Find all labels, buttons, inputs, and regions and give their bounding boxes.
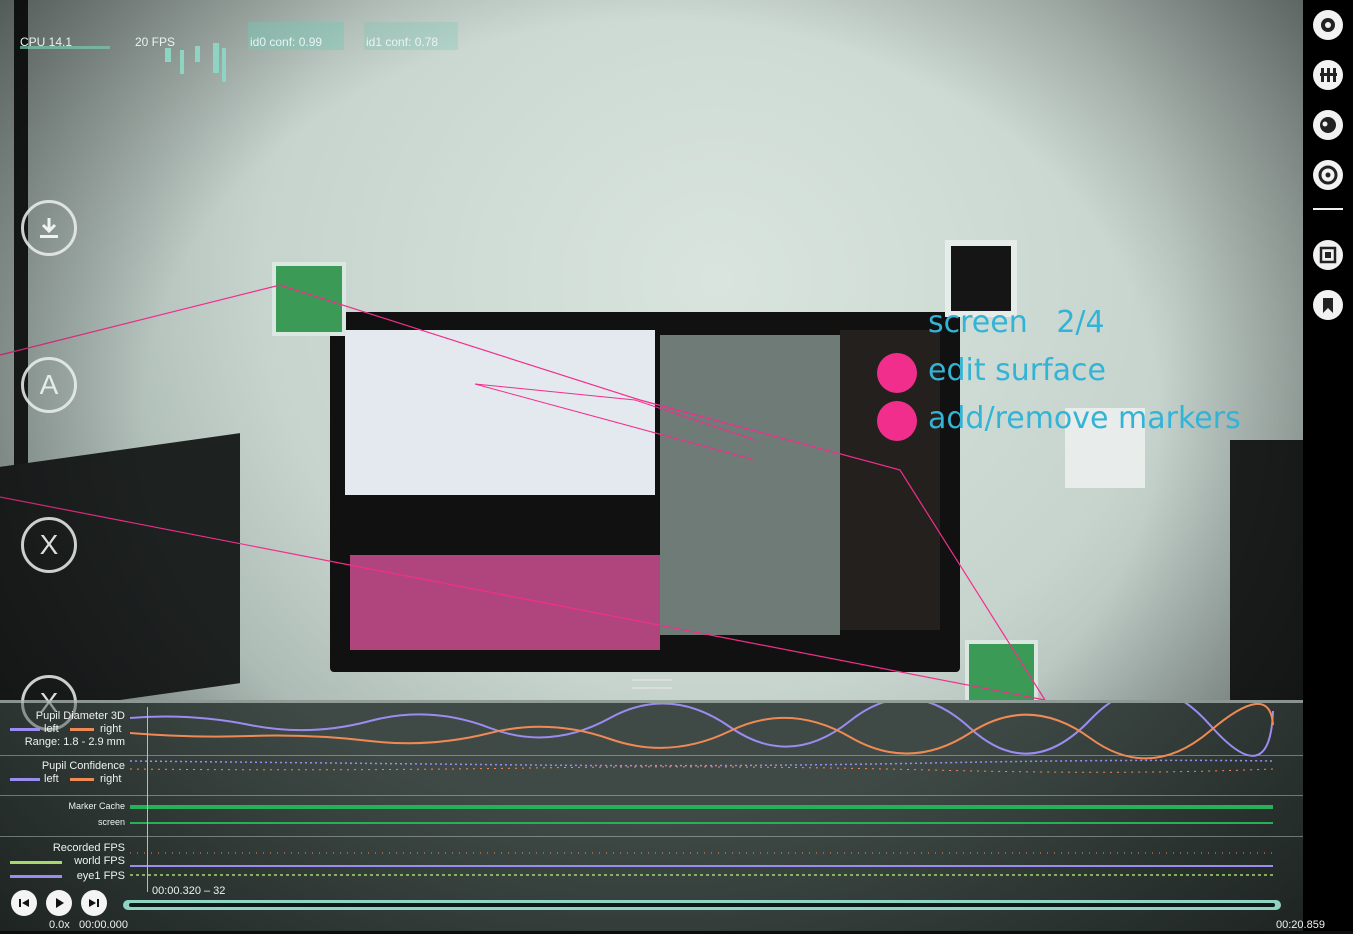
world-fps-label: world FPS [74,855,125,867]
annotation-x-button[interactable]: X [21,517,77,573]
plugin-manager-button[interactable] [1313,60,1343,90]
settings-button[interactable] [1313,10,1343,40]
play-icon [56,898,64,908]
surface-icon [1319,246,1337,264]
edit-surface-toggle[interactable] [877,353,917,393]
add-remove-markers-label[interactable]: add/remove markers [928,401,1241,436]
legend-left-label-2: left [44,773,59,785]
end-time: 00:20.859 [1276,919,1325,931]
start-time: 00:00.000 [79,919,128,931]
skip-forward-icon [89,899,99,907]
pupil-diameter-range: Range: 1.8 - 2.9 mm [24,736,125,748]
recorded-fps-title: Recorded FPS [52,842,125,854]
cpu-stat: CPU 14.1 [20,35,73,49]
pupil-confidence-title: Pupil Confidence [41,760,125,772]
legend-right-swatch [70,728,94,731]
legend-left-label: left [44,723,59,735]
marker-cache-title: Marker Cache [68,801,125,811]
surface-name-label: screen 2/4 [928,305,1105,340]
surface-tracker-button[interactable] [1313,240,1343,270]
toolbar-divider [1313,208,1343,210]
eye1-fps-swatch [10,875,62,878]
calibration-button[interactable] [1313,160,1343,190]
seek-bar[interactable] [123,900,1281,910]
edit-surface-label[interactable]: edit surface [928,353,1106,388]
eye1-fps-label: eye1 FPS [76,870,125,882]
eye-camera-button[interactable] [1313,110,1343,140]
download-button[interactable] [21,200,77,256]
annotation-a-label: A [39,369,59,400]
eye-icon [1320,117,1336,133]
id1-conf-stat: id1 conf: 0.78 [366,35,439,49]
skip-back-icon [19,899,29,907]
previous-frame-button[interactable] [11,890,37,916]
add-remove-markers-toggle[interactable] [877,401,917,441]
pupil-diameter-title: Pupil Diameter 3D [35,710,125,722]
legend-right-label: right [100,723,122,735]
annotation-x-label: X [39,529,59,560]
annotation-a-button[interactable]: A [21,357,77,413]
next-frame-button[interactable] [81,890,107,916]
marker-cache-surface: screen [97,817,125,827]
id0-conf-stat: id0 conf: 0.99 [250,35,323,49]
timeline-drag-handle[interactable] [632,679,672,689]
legend-left-swatch [10,728,40,731]
target-icon [1318,165,1338,185]
right-toolbar [1303,0,1353,931]
playhead-time: 00:00.320 – 32 [152,885,226,897]
download-icon [40,218,58,238]
world-fps-swatch [10,861,62,864]
gear-icon [1321,18,1335,32]
legend-left-swatch-2 [10,778,40,781]
timeline-plots [130,703,1274,876]
fps-stat: 20 FPS [135,35,176,49]
playback-speed: 0.0x [49,919,70,931]
bookmark-icon [1323,298,1333,313]
play-button[interactable] [46,890,72,916]
legend-right-label-2: right [100,773,122,785]
timeline-panel: Pupil Diameter 3D left right Range: 1.8 … [0,679,1325,934]
annotation-button[interactable] [1313,290,1343,320]
seek-bar-track [129,903,1275,907]
legend-right-swatch-2 [70,778,94,781]
sliders-icon [1320,68,1337,82]
playhead-line [147,707,148,892]
